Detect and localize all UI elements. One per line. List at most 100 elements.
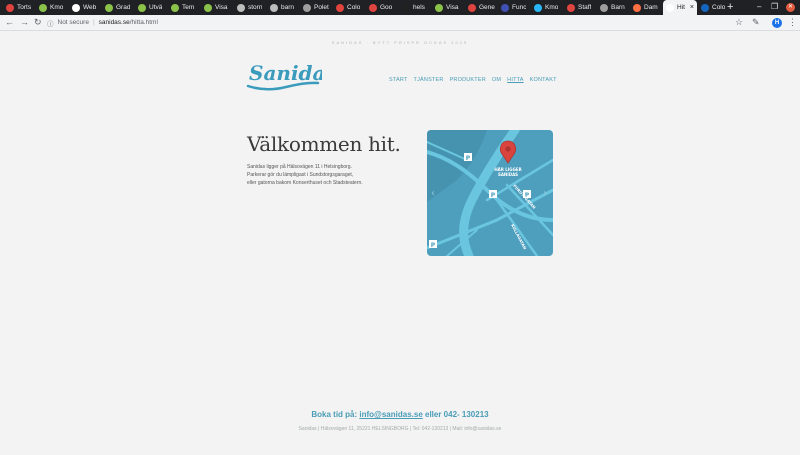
security-label: Not secure bbox=[57, 19, 89, 26]
url-separator: | bbox=[92, 19, 95, 26]
info-icon[interactable]: ⓘ bbox=[47, 18, 54, 28]
nav-link-hitta[interactable]: HITTA bbox=[507, 77, 523, 83]
tab-title: Hit bbox=[677, 4, 685, 11]
browser-tab[interactable]: Visa bbox=[432, 1, 464, 14]
address-bar[interactable]: ⓘ Not secure | sanidas.se/hitta.html bbox=[47, 16, 762, 29]
map-prev-arrow[interactable]: ‹ bbox=[431, 188, 435, 199]
tab-title: Utvä bbox=[149, 4, 163, 11]
description-line: Sanidas ligger på Hälsovägen 11 i Helsin… bbox=[247, 164, 352, 170]
browser-tab[interactable]: Kmo bbox=[531, 1, 563, 14]
browser-tab[interactable]: Colo bbox=[333, 1, 365, 14]
parking-label: P bbox=[431, 242, 436, 249]
extension-icon[interactable]: ✎ bbox=[752, 17, 760, 28]
tab-favicon-icon bbox=[138, 3, 146, 12]
tab-title: Dam bbox=[644, 4, 658, 11]
logo-text: Sanidas bbox=[249, 61, 322, 85]
browser-tab[interactable]: Dam bbox=[630, 1, 662, 14]
url-path: /hitta.html bbox=[129, 19, 158, 26]
close-window-button[interactable]: ✕ bbox=[786, 3, 795, 12]
sanidas-logo[interactable]: Sanidas bbox=[246, 56, 322, 94]
tab-title: Grad bbox=[116, 4, 131, 11]
browser-tab[interactable]: Goo bbox=[366, 1, 398, 14]
tab-title: Colo bbox=[347, 4, 361, 11]
tab-favicon-icon bbox=[567, 3, 575, 12]
tab-title: Kmo bbox=[50, 4, 64, 11]
tab-title: hels bbox=[413, 4, 425, 11]
browser-tab[interactable]: Staff bbox=[564, 1, 596, 14]
map-here-label: SANIDAS bbox=[498, 172, 518, 177]
tab-favicon-icon bbox=[237, 3, 245, 12]
browser-tab[interactable]: Polet bbox=[300, 1, 332, 14]
tab-title: Kmo bbox=[545, 4, 559, 11]
new-tab-button[interactable]: + bbox=[727, 1, 733, 13]
profile-avatar[interactable]: H bbox=[772, 18, 782, 28]
back-button[interactable]: ← bbox=[5, 17, 14, 28]
nav-link-start[interactable]: START bbox=[389, 77, 408, 83]
tab-favicon-icon bbox=[600, 3, 608, 12]
browser-tab[interactable]: Visa bbox=[201, 1, 233, 14]
tab-favicon-icon bbox=[72, 3, 80, 12]
browser-tab[interactable]: Tem bbox=[168, 1, 200, 14]
tab-title: Gene bbox=[479, 4, 495, 11]
tab-title: Tem bbox=[182, 4, 195, 11]
browser-tab[interactable]: hels bbox=[399, 1, 431, 14]
booking-prefix: Boka tid på: bbox=[311, 410, 360, 419]
nav-link-tjänster[interactable]: TJÄNSTER bbox=[414, 77, 444, 83]
url-host: sanidas.se bbox=[98, 19, 130, 26]
browser-tab[interactable]: Colo bbox=[698, 1, 730, 14]
browser-tab[interactable]: Utvä bbox=[135, 1, 167, 14]
tab-title: barn bbox=[281, 4, 295, 11]
browser-tab[interactable]: Kmo bbox=[36, 1, 68, 14]
tab-favicon-icon bbox=[105, 3, 113, 12]
browser-tab[interactable]: Func bbox=[498, 1, 530, 14]
browser-tab[interactable]: storn bbox=[234, 1, 266, 14]
maximize-button[interactable]: ❐ bbox=[771, 2, 778, 11]
tab-title: Visa bbox=[446, 4, 459, 11]
tab-favicon-icon bbox=[6, 3, 14, 12]
tab-favicon-icon bbox=[39, 3, 47, 12]
bookmark-star-icon[interactable]: ☆ bbox=[735, 17, 743, 28]
tab-favicon-icon bbox=[468, 3, 476, 12]
parking-label: P bbox=[491, 192, 496, 199]
browser-tab[interactable]: Grad bbox=[102, 1, 134, 14]
nav-link-produkter[interactable]: PRODUKTER bbox=[450, 77, 486, 83]
tab-title: Staff bbox=[578, 4, 592, 11]
tab-title: Torts bbox=[17, 4, 32, 11]
tab-close-icon[interactable]: × bbox=[690, 4, 694, 11]
main-nav: START TJÄNSTER PRODUKTER OM HITTA KONTAKT bbox=[389, 77, 557, 83]
browser-tab[interactable]: Hit × bbox=[663, 0, 697, 15]
tab-favicon-icon bbox=[435, 3, 443, 12]
minimize-button[interactable]: – bbox=[757, 2, 761, 11]
browser-tab[interactable]: barn bbox=[267, 1, 299, 14]
url-text: sanidas.se/hitta.html bbox=[99, 19, 158, 26]
forward-button[interactable]: → bbox=[20, 17, 29, 28]
footer: Sanidas | Hälsovägen 11, 25221 HELSINGBO… bbox=[298, 426, 502, 432]
description-line: eller gatorna bakom Konserthuset och Sta… bbox=[247, 180, 363, 186]
browser-tab[interactable]: Gene bbox=[465, 1, 497, 14]
tab-favicon-icon bbox=[171, 3, 179, 12]
browser-tab[interactable]: Web bbox=[69, 1, 101, 14]
tab-favicon-icon bbox=[369, 3, 377, 12]
location-map[interactable]: P P P P HÄR LIGGER SANIDAS FURUTSGATAN K… bbox=[427, 130, 553, 256]
menu-icon[interactable]: ⋮ bbox=[788, 17, 797, 28]
parking-label: P bbox=[466, 155, 471, 162]
tab-favicon-icon bbox=[336, 3, 344, 12]
browser-toolbar: ← → ↻ ⓘ Not secure | sanidas.se/hitta.ht… bbox=[0, 15, 800, 31]
nav-link-om[interactable]: OM bbox=[492, 77, 501, 83]
tab-title: Visa bbox=[215, 4, 228, 11]
booking-email-link[interactable]: info@sanidas.se bbox=[359, 410, 422, 419]
tab-title: Colo bbox=[712, 4, 726, 11]
tab-favicon-icon bbox=[534, 3, 542, 12]
tab-favicon-icon bbox=[303, 3, 311, 12]
browser-tab[interactable]: Torts bbox=[3, 1, 35, 14]
tab-title: storn bbox=[248, 4, 263, 11]
browser-tab[interactable]: Barn bbox=[597, 1, 629, 14]
nav-link-kontakt[interactable]: KONTAKT bbox=[530, 77, 557, 83]
page-title: Välkommen hit. bbox=[247, 132, 401, 156]
map-next-arrow[interactable]: › bbox=[543, 188, 547, 199]
tab-title: Polet bbox=[314, 4, 329, 11]
tab-favicon-icon bbox=[633, 3, 641, 12]
tab-favicon-icon bbox=[666, 3, 674, 12]
reload-button[interactable]: ↻ bbox=[34, 17, 42, 28]
booking-suffix: eller 042- 130213 bbox=[422, 410, 489, 419]
